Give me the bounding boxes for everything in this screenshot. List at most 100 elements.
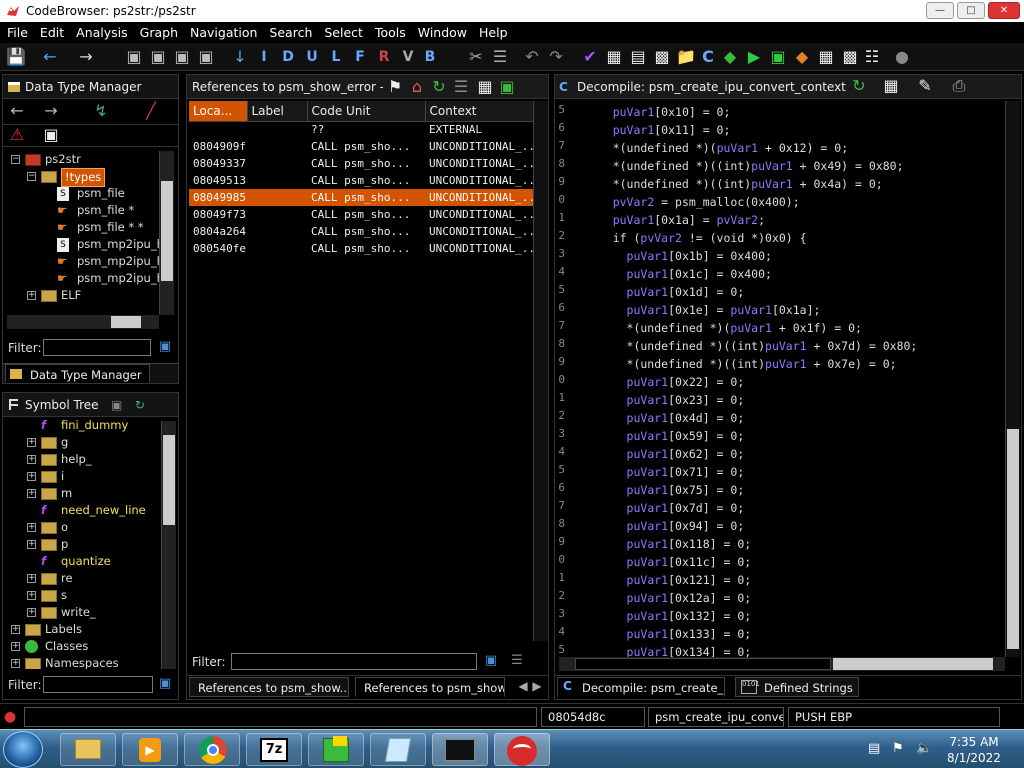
decompile-code[interactable]: 5 puVar1[0x10] = 0; 6 puVar1[0x11] = 0; 7 … <box>555 101 1007 657</box>
code-line[interactable]: puVar1[0x118] = 0; <box>585 535 752 553</box>
collapse-icon[interactable]: − <box>27 172 36 181</box>
column-label[interactable]: Label <box>247 101 308 122</box>
tree-item[interactable]: Spsm_file <box>7 185 159 202</box>
code-line[interactable]: puVar1[0x62] = 0; <box>585 445 745 463</box>
clock[interactable]: 7:35 AM 8/1/2022 <box>942 734 1006 766</box>
tab-scroll-right-icon[interactable]: ▶ <box>527 676 547 696</box>
nav-value-icon[interactable]: V <box>398 47 418 67</box>
code-line[interactable]: puVar1[0x12a] = 0; <box>585 589 752 607</box>
code-line[interactable]: puVar1[0x1c] = 0x400; <box>585 265 772 283</box>
menu-graph[interactable]: Graph <box>133 22 183 40</box>
undo-icon[interactable]: ↶ <box>522 47 542 67</box>
redo-icon[interactable]: ↷ <box>546 47 566 67</box>
minimize-button[interactable]: — <box>926 2 954 19</box>
tree-item[interactable]: + o <box>7 519 159 536</box>
table-row[interactable]: 080540fe CALL psm_sho... UNCONDITIONAL_... <box>189 240 545 257</box>
code-line[interactable]: puVar1[0x11] = 0; <box>585 121 731 139</box>
code-line[interactable]: puVar1[0x23] = 0; <box>585 391 745 409</box>
archive-icon[interactable]: ⚠ <box>7 125 27 145</box>
tree-item[interactable]: + write_ <box>7 604 159 621</box>
help-bubble-icon[interactable]: ● <box>892 47 912 67</box>
nav-undefined-icon[interactable]: U <box>302 47 322 67</box>
code-line[interactable]: *(undefined *)((int)puVar1 + 0x7d) = 0x8… <box>585 337 918 355</box>
tree-item[interactable]: ☛ psm_file * * <box>7 219 159 236</box>
tree-item[interactable]: ☛ psm_file * <box>7 202 159 219</box>
copy-icon[interactable]: ▦ <box>475 77 495 97</box>
filter-options-icon[interactable]: ▣ <box>481 651 501 671</box>
cut-icon[interactable]: ✂ <box>466 47 486 67</box>
console-taskbar-icon[interactable] <box>432 733 488 766</box>
menu-edit[interactable]: Edit <box>33 22 69 40</box>
code-line[interactable]: *(undefined *)((int)puVar1 + 0x4a) = 0; <box>585 175 883 193</box>
dtm-hscroll[interactable] <box>7 315 159 329</box>
menu-analysis[interactable]: Analysis <box>69 22 133 40</box>
ghidra-taskbar-icon[interactable] <box>494 733 550 766</box>
dtm-tab[interactable]: Data Type Manager <box>5 364 150 383</box>
tree-item[interactable]: f need_new_line <box>7 502 159 519</box>
tree-item[interactable]: + Labels <box>7 621 159 638</box>
expand-icon[interactable]: + <box>27 591 36 600</box>
down-arrow-icon[interactable]: ↓ <box>230 47 250 67</box>
script-icon[interactable]: ▣ <box>768 47 788 67</box>
code-line[interactable]: *(undefined *)((int)puVar1 + 0x7e) = 0; <box>585 355 897 373</box>
table-row[interactable]: 08049337 CALL psm_sho... UNCONDITIONAL_... <box>189 155 545 172</box>
expand-icon[interactable]: + <box>27 472 36 481</box>
save-icon[interactable]: 💾 <box>6 47 26 67</box>
back-icon[interactable]: ← <box>7 101 27 121</box>
menu-window[interactable]: Window <box>411 22 472 40</box>
decompile-c-icon[interactable]: C <box>698 47 718 67</box>
nav-label-icon[interactable]: L <box>326 47 346 67</box>
notepad-taskbar-icon[interactable] <box>370 733 426 766</box>
tree-item[interactable]: + Classes <box>7 638 159 655</box>
decompile-vscroll[interactable] <box>1005 101 1020 657</box>
refresh-icon[interactable]: ↻ <box>135 393 145 416</box>
table-row[interactable]: 0804909f CALL psm_sho... UNCONDITIONAL_... <box>189 138 545 155</box>
symbol-filter-input[interactable] <box>43 676 153 693</box>
code-line[interactable]: puVar1[0x132] = 0; <box>585 607 752 625</box>
expand-icon[interactable]: + <box>27 455 36 464</box>
collapse-icon[interactable]: − <box>11 155 20 164</box>
tree-item[interactable]: Spsm_mp2ipu_h <box>7 236 159 253</box>
code-line[interactable]: puVar1[0x10] = 0; <box>585 103 731 121</box>
tree-item[interactable]: − !types <box>7 168 159 187</box>
list-icon[interactable]: ☰ <box>451 77 471 97</box>
code-line[interactable]: puVar1[0x22] = 0; <box>585 373 745 391</box>
filter-settings-icon[interactable]: ☰ <box>507 651 527 671</box>
link-icon[interactable]: ↯ <box>91 101 111 121</box>
symbol-vscroll[interactable] <box>161 421 176 669</box>
nav-data-icon[interactable]: D <box>278 47 298 67</box>
forward-icon[interactable]: → <box>41 101 61 121</box>
table-row[interactable]: 08049985 CALL psm_sho... UNCONDITIONAL_... <box>189 189 545 206</box>
tree-item[interactable]: ☛ psm_mp2ipu_h <box>7 270 159 287</box>
run-icon[interactable]: ▶ <box>744 47 764 67</box>
code-line[interactable]: puVar1[0x1e] = puVar1[0x1a]; <box>585 301 821 319</box>
expand-icon[interactable]: + <box>11 625 20 634</box>
nav-page-icon-2[interactable]: ▣ <box>148 47 168 67</box>
start-button[interactable] <box>3 731 43 768</box>
media-player-taskbar-icon[interactable]: ▶ <box>122 733 178 766</box>
table-icon[interactable]: ▦ <box>816 47 836 67</box>
code-line[interactable]: puVar1[0x59] = 0; <box>585 427 745 445</box>
close-button[interactable]: ✕ <box>988 2 1020 19</box>
tree-item[interactable]: + re <box>7 570 159 587</box>
filter-options-icon[interactable]: ▣ <box>155 674 175 694</box>
expand-icon[interactable]: + <box>27 523 36 532</box>
tree-item[interactable]: + i <box>7 468 159 485</box>
7zip-taskbar-icon[interactable]: 7z <box>246 733 302 766</box>
tree-item[interactable]: + m <box>7 485 159 502</box>
tree-item[interactable]: ☛ psm_mp2ipu_h <box>7 253 159 270</box>
code-line[interactable]: puVar1[0x1d] = 0; <box>585 283 745 301</box>
column-code-unit[interactable]: Code Unit <box>307 101 426 122</box>
table-row[interactable]: 08049f73 CALL psm_sho... UNCONDITIONAL_... <box>189 206 545 223</box>
menu-select[interactable]: Select <box>317 22 368 40</box>
references-vscroll[interactable] <box>533 101 548 641</box>
code-line[interactable]: *(undefined *)(puVar1 + 0x12) = 0; <box>585 139 848 157</box>
code-line[interactable]: puVar1[0x4d] = 0; <box>585 409 745 427</box>
table-row[interactable]: 08049513 CALL psm_sho... UNCONDITIONAL_... <box>189 172 545 189</box>
tree-item[interactable]: f quantize <box>7 553 159 570</box>
edit-icon[interactable]: ✎ <box>915 76 935 96</box>
column-location[interactable]: Loca... <box>189 101 248 122</box>
refresh-icon[interactable]: ↻ <box>429 77 449 97</box>
expand-icon[interactable]: + <box>27 438 36 447</box>
expand-icon[interactable]: + <box>11 659 20 668</box>
